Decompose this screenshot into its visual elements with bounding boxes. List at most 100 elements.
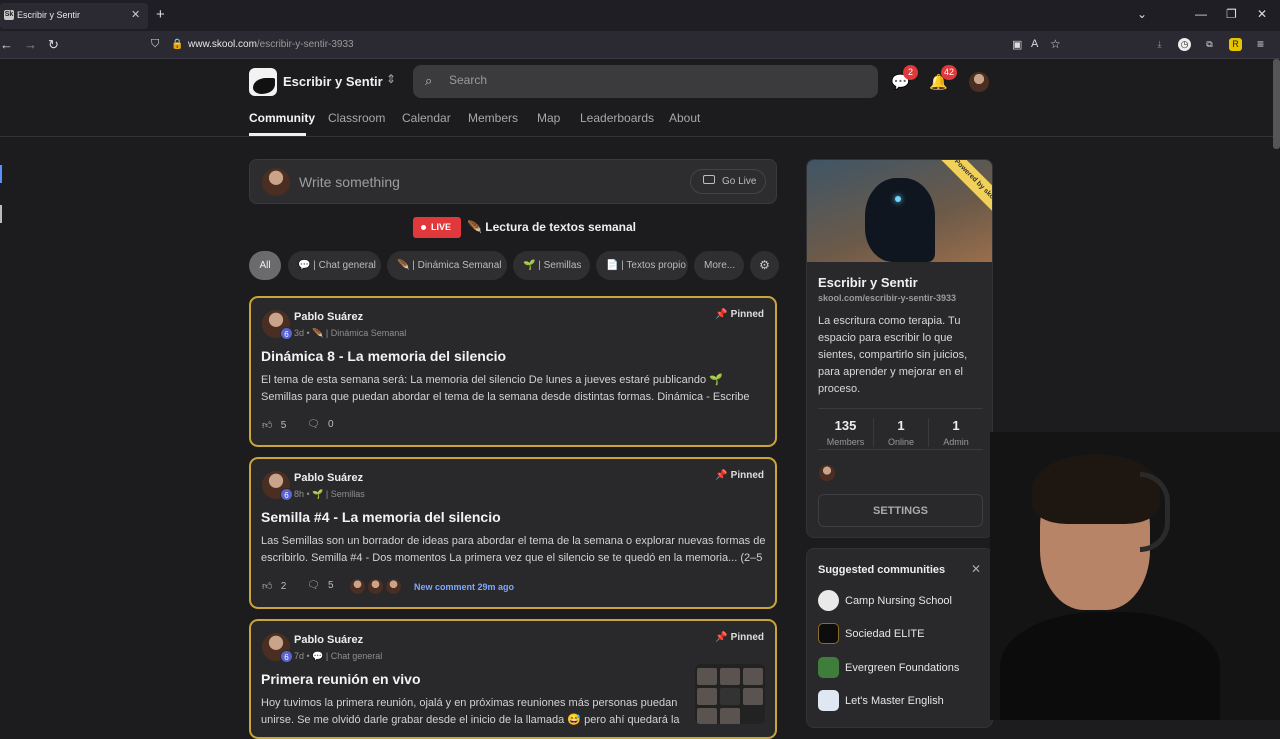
back-icon[interactable]: ←: [0, 37, 13, 52]
level-badge: 6: [280, 327, 293, 340]
community-card-name: Escribir y Sentir: [818, 275, 918, 290]
filter-settings-icon[interactable]: ⚙: [750, 251, 779, 280]
extensions-icon[interactable]: ⧉: [1203, 38, 1216, 51]
post-body: Las Semillas son un borrador de ideas pa…: [261, 535, 766, 564]
headphones: [1140, 472, 1170, 552]
pinned-text: Pinned: [730, 470, 764, 481]
stat-online[interactable]: 1 Online: [873, 418, 928, 447]
stat-members[interactable]: 135 Members: [818, 418, 873, 447]
post-card[interactable]: 6 Pablo Suárez 8h • 🌱 | Semillas 📌 Pinne…: [249, 457, 777, 609]
chat-badge: 2: [903, 65, 918, 80]
thumb-tile: [697, 708, 717, 724]
live-event-title[interactable]: 🪶 Lectura de textos semanal: [467, 220, 636, 234]
comment-icon: 🗨: [307, 580, 320, 591]
tab-leaderboards[interactable]: Leaderboards: [580, 111, 654, 125]
filter-chip-more[interactable]: More...: [694, 251, 744, 280]
filter-chip-semillas[interactable]: 🌱 | Semillas: [513, 251, 590, 280]
post-author[interactable]: Pablo Suárez: [294, 311, 363, 323]
shield-icon[interactable]: ⛉: [151, 38, 159, 51]
minimize-icon[interactable]: —: [1195, 7, 1207, 21]
user-avatar[interactable]: [969, 72, 989, 92]
browser-tab[interactable]: Sk Escribir y Sentir ✕: [0, 3, 148, 29]
suggested-item[interactable]: Sociedad ELITE: [818, 623, 988, 645]
switch-community-icon[interactable]: ⇕: [386, 72, 396, 86]
extension-clock-icon[interactable]: ◷: [1178, 38, 1191, 51]
post-card[interactable]: 6 Pablo Suárez 3d • 🪶 | Dinámica Semanal…: [249, 296, 777, 447]
lock-icon[interactable]: 🔒: [171, 39, 183, 50]
composer-avatar: [262, 168, 290, 196]
download-icon[interactable]: ⤓: [1153, 38, 1166, 51]
post-title[interactable]: Primera reunión en vivo: [261, 671, 421, 687]
live-badge[interactable]: LIVE: [413, 217, 461, 238]
video-thumbnail[interactable]: [695, 664, 765, 724]
tab-community[interactable]: Community: [249, 111, 315, 125]
reader-view-icon[interactable]: ▣: [1012, 38, 1022, 51]
menu-icon[interactable]: ≡: [1254, 38, 1267, 51]
community-name[interactable]: Escribir y Sentir: [283, 74, 383, 89]
browser-tab-bar: Sk Escribir y Sentir ✕ + ⌄ — ❐ ✕: [0, 0, 1280, 31]
community-logo[interactable]: [249, 68, 277, 96]
filter-chip-dinamica-semanal[interactable]: 🪶 | Dinámica Semanal: [387, 251, 507, 280]
comment-count: 0: [328, 419, 334, 430]
community-card: Powered by skool Escribir y Sentir skool…: [806, 159, 993, 538]
reload-icon[interactable]: ↻: [48, 37, 59, 53]
comment-button[interactable]: 🗨 0: [307, 419, 334, 430]
post-card[interactable]: 6 Pablo Suárez 7d • 💬 | Chat general 📌 P…: [249, 619, 777, 739]
like-button[interactable]: 👍︎ 5: [262, 419, 286, 431]
suggested-label: Let's Master English: [845, 695, 944, 707]
powered-by-ribbon[interactable]: Powered by skool: [934, 160, 992, 224]
restore-icon[interactable]: ❐: [1226, 7, 1237, 21]
extension-r-icon[interactable]: R: [1229, 38, 1242, 51]
live-event-title-text: Lectura de textos semanal: [485, 220, 637, 234]
new-comment-link[interactable]: New comment 29m ago: [414, 582, 514, 592]
commenter-avatar[interactable]: [385, 578, 402, 595]
tab-list-icon[interactable]: ⌄: [1137, 7, 1147, 21]
search-box[interactable]: ⌕: [413, 65, 878, 98]
close-window-icon[interactable]: ✕: [1257, 7, 1267, 21]
close-icon[interactable]: ✕: [971, 562, 981, 576]
comment-icon: 🗨: [307, 419, 320, 430]
suggested-item[interactable]: Camp Nursing School: [818, 590, 988, 612]
commenter-avatar[interactable]: [367, 578, 384, 595]
forward-icon[interactable]: →: [24, 37, 37, 52]
post-author[interactable]: Pablo Suárez: [294, 634, 363, 646]
suggested-item[interactable]: Evergreen Foundations: [818, 657, 988, 679]
filter-chip-textos-propios[interactable]: 📄 | Textos propio: [596, 251, 688, 280]
filter-chip-all[interactable]: All: [249, 251, 281, 280]
tab-about[interactable]: About: [669, 111, 700, 125]
suggested-item[interactable]: Let's Master English: [818, 690, 988, 712]
favicon-icon: Sk: [4, 10, 14, 20]
suggested-communities: Suggested communities ✕ Camp Nursing Sch…: [806, 548, 993, 728]
url-domain: www.skool.com: [188, 39, 257, 50]
search-input[interactable]: [449, 73, 849, 87]
post-title[interactable]: Dinámica 8 - La memoria del silencio: [261, 348, 506, 364]
webcam-overlay: [990, 432, 1280, 720]
pinned-label: 📌 Pinned: [715, 470, 764, 481]
tab-members[interactable]: Members: [468, 111, 518, 125]
comment-button[interactable]: 🗨 5: [307, 580, 334, 591]
composer-placeholder[interactable]: Write something: [299, 174, 400, 190]
site-header: Escribir y Sentir ⇕ ⌕ 💬 2 🔔 42 Community…: [0, 59, 1280, 137]
post-author[interactable]: Pablo Suárez: [294, 472, 363, 484]
filter-chip-chat-general[interactable]: 💬 | Chat general: [288, 251, 381, 280]
settings-button[interactable]: SETTINGS: [818, 494, 983, 527]
tab-calendar[interactable]: Calendar: [402, 111, 451, 125]
page-scrollbar[interactable]: [1273, 59, 1280, 149]
pinned-text: Pinned: [730, 309, 764, 320]
bookmark-star-icon[interactable]: ☆: [1050, 37, 1061, 51]
tab-classroom[interactable]: Classroom: [328, 111, 385, 125]
thumb-tile: [743, 688, 763, 705]
post-composer[interactable]: Write something Go Live: [249, 159, 777, 204]
post-meta: 7d • 💬 | Chat general: [294, 651, 383, 661]
close-tab-icon[interactable]: ✕: [131, 8, 140, 21]
tab-map[interactable]: Map: [537, 111, 560, 125]
translate-icon[interactable]: A: [1031, 38, 1038, 50]
go-live-button[interactable]: Go Live: [690, 169, 766, 194]
post-title[interactable]: Semilla #4 - La memoria del silencio: [261, 509, 501, 525]
online-member-avatar[interactable]: [819, 465, 835, 481]
address-bar[interactable]: www.skool.com/escribir-y-sentir-3933: [188, 39, 354, 50]
like-button[interactable]: 👍︎ 2: [262, 580, 286, 592]
stat-admin[interactable]: 1 Admin: [928, 418, 983, 447]
commenter-avatar[interactable]: [349, 578, 366, 595]
new-tab-icon[interactable]: +: [156, 6, 165, 23]
